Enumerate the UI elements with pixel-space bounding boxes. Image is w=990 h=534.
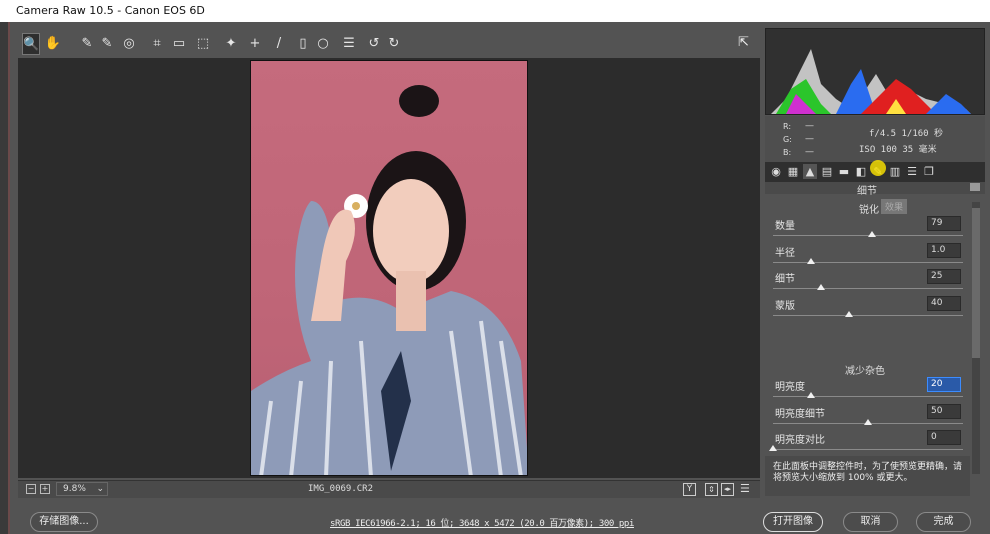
slider-thumb[interactable] xyxy=(807,257,815,264)
slider-label: 明亮度对比 xyxy=(775,435,825,446)
noise-reduction-header: 减少杂色 xyxy=(845,366,885,377)
zoom-in-button[interactable]: + xyxy=(40,484,50,494)
detail-panel: 细节 锐化 效果 数量 79 半径 1.0 细节 25 蒙版 40 减少杂色 明… xyxy=(765,182,985,482)
b-label: B: xyxy=(783,148,792,157)
right-panel: R: G: B: — — — f/4.5 1/160 秒 ISO 100 35 … xyxy=(765,28,987,496)
slider-value-input[interactable]: 25 xyxy=(927,269,961,284)
slider-value-input[interactable]: 1.0 xyxy=(927,242,961,258)
adjustment-brush-icon[interactable]: / xyxy=(270,33,288,55)
crop-tool-icon[interactable]: ⌗ xyxy=(148,33,166,55)
slider-label: 数量 xyxy=(775,221,795,232)
slider-value-input[interactable]: 20 xyxy=(927,377,961,392)
panel-tab-1-icon[interactable]: ▦ xyxy=(786,164,800,179)
g-value: — xyxy=(805,134,814,144)
graduated-filter-icon[interactable]: ▯ xyxy=(294,33,312,55)
slider-value-input[interactable]: 0 xyxy=(927,430,961,445)
effect-tab[interactable]: 效果 xyxy=(881,199,908,214)
slider-track[interactable] xyxy=(773,314,963,316)
window-title: Camera Raw 10.5 - Canon EOS 6D xyxy=(0,0,990,22)
panel-tab-0-icon[interactable]: ◉ xyxy=(769,164,783,179)
slider-label: 半径 xyxy=(775,247,795,259)
slider-label: 细节 xyxy=(775,274,795,285)
before-after-y-button[interactable]: Y xyxy=(683,483,696,496)
slider-value-input[interactable]: 79 xyxy=(927,216,961,231)
histogram xyxy=(765,28,985,115)
hand-tool-icon[interactable]: ✋ xyxy=(44,33,62,55)
slider-thumb[interactable] xyxy=(867,231,876,237)
sharpen-header: 锐化 xyxy=(859,205,879,216)
slider-track[interactable] xyxy=(773,396,963,397)
slider-label: 明亮度 xyxy=(775,382,805,393)
transform-tool-icon[interactable]: ⬚ xyxy=(194,33,212,55)
preview-status-bar: − + 9.8% ⌄ IMG_0069.CR2 Y ⇕ ◂▸ ☰ xyxy=(18,480,760,498)
rotate-right-icon[interactable]: ↻ xyxy=(385,33,403,55)
slider-track[interactable] xyxy=(773,449,963,450)
r-value: — xyxy=(805,121,814,131)
slider-thumb[interactable] xyxy=(807,392,815,398)
preview-settings-icon[interactable]: ☰ xyxy=(740,482,750,495)
g-label: G: xyxy=(783,135,792,144)
rotate-left-icon[interactable]: ↺ xyxy=(365,33,383,55)
cursor-highlight xyxy=(870,160,886,176)
filename: IMG_0069.CR2 xyxy=(308,484,374,494)
panel-tab-3-icon[interactable]: ▤ xyxy=(820,164,834,179)
swap-settings-button[interactable]: ⇕ xyxy=(705,483,718,496)
chevron-down-icon: ⌄ xyxy=(96,484,104,494)
white-balance-tool-icon[interactable]: ✎ xyxy=(78,33,96,55)
panel-tab-7-icon[interactable]: ▥ xyxy=(888,164,902,179)
preview-note: 在此面板中调整控件时，为了使预览更精确，请将预览大小缩放到 100% 或更大。 xyxy=(765,456,970,496)
camera-info: R: G: B: — — — f/4.5 1/160 秒 ISO 100 35 … xyxy=(765,116,985,162)
color-sampler-tool-icon[interactable]: ✎ xyxy=(98,33,116,55)
panel-menu-icon[interactable] xyxy=(970,183,980,191)
preferences-icon[interactable]: ☰ xyxy=(340,33,358,55)
copy-settings-button[interactable]: ◂▸ xyxy=(721,483,734,496)
iso-focal: ISO 100 35 毫米 xyxy=(859,145,937,155)
panel-tab-2-icon[interactable]: ▲ xyxy=(803,164,817,179)
r-label: R: xyxy=(783,122,792,131)
aperture-shutter: f/4.5 1/160 秒 xyxy=(869,129,944,139)
radial-filter-icon[interactable]: ○ xyxy=(314,33,332,55)
panel-tab-9-icon[interactable]: ❐ xyxy=(922,164,936,179)
straighten-tool-icon[interactable]: ▭ xyxy=(170,33,188,55)
photo-preview xyxy=(250,60,528,476)
toolbar: 🔍 ✋ ✎ ✎ ◎ ⌗ ▭ ⬚ ✦ + / ▯ ○ ☰ ↺ ↻ xyxy=(22,33,760,56)
slider-thumb[interactable] xyxy=(864,418,872,425)
slider-thumb[interactable] xyxy=(816,284,825,290)
zoom-tool-icon[interactable]: 🔍 xyxy=(22,33,40,55)
red-eye-tool-icon[interactable]: + xyxy=(246,33,264,55)
cancel-button[interactable]: 取消 xyxy=(843,512,898,532)
panel-tab-5-icon[interactable]: ◧ xyxy=(854,164,868,179)
spot-removal-tool-icon[interactable]: ✦ xyxy=(222,33,240,55)
open-image-button[interactable]: 打开图像 xyxy=(763,512,823,532)
zoom-level-select[interactable]: 9.8% ⌄ xyxy=(56,482,108,496)
slider-track[interactable] xyxy=(773,261,963,263)
slider-label: 明亮度细节 xyxy=(775,408,825,420)
slider-thumb[interactable] xyxy=(845,310,853,317)
b-value: — xyxy=(805,147,814,157)
zoom-out-button[interactable]: − xyxy=(26,484,36,494)
scrollbar[interactable] xyxy=(972,202,980,474)
slider-value-input[interactable]: 40 xyxy=(927,295,961,311)
targeted-adjustment-tool-icon[interactable]: ◎ xyxy=(120,33,138,55)
save-image-button[interactable]: 存储图像... xyxy=(30,512,98,532)
slider-label: 蒙版 xyxy=(775,300,795,312)
panel-tab-8-icon[interactable]: ☰ xyxy=(905,164,919,179)
workflow-options-link[interactable]: sRGB IEC61966-2.1; 16 位; 3648 x 5472 (20… xyxy=(330,516,634,529)
panel-title: 细节 xyxy=(857,186,877,197)
slider-value-input[interactable]: 50 xyxy=(927,403,961,419)
zoom-level: 9.8% xyxy=(63,484,86,494)
slider-track[interactable] xyxy=(773,288,963,289)
panel-tab-4-icon[interactable]: ▬ xyxy=(837,164,851,179)
slider-thumb[interactable] xyxy=(769,445,777,451)
fullscreen-icon[interactable]: ⇱ xyxy=(738,35,749,50)
done-button[interactable]: 完成 xyxy=(916,512,971,532)
